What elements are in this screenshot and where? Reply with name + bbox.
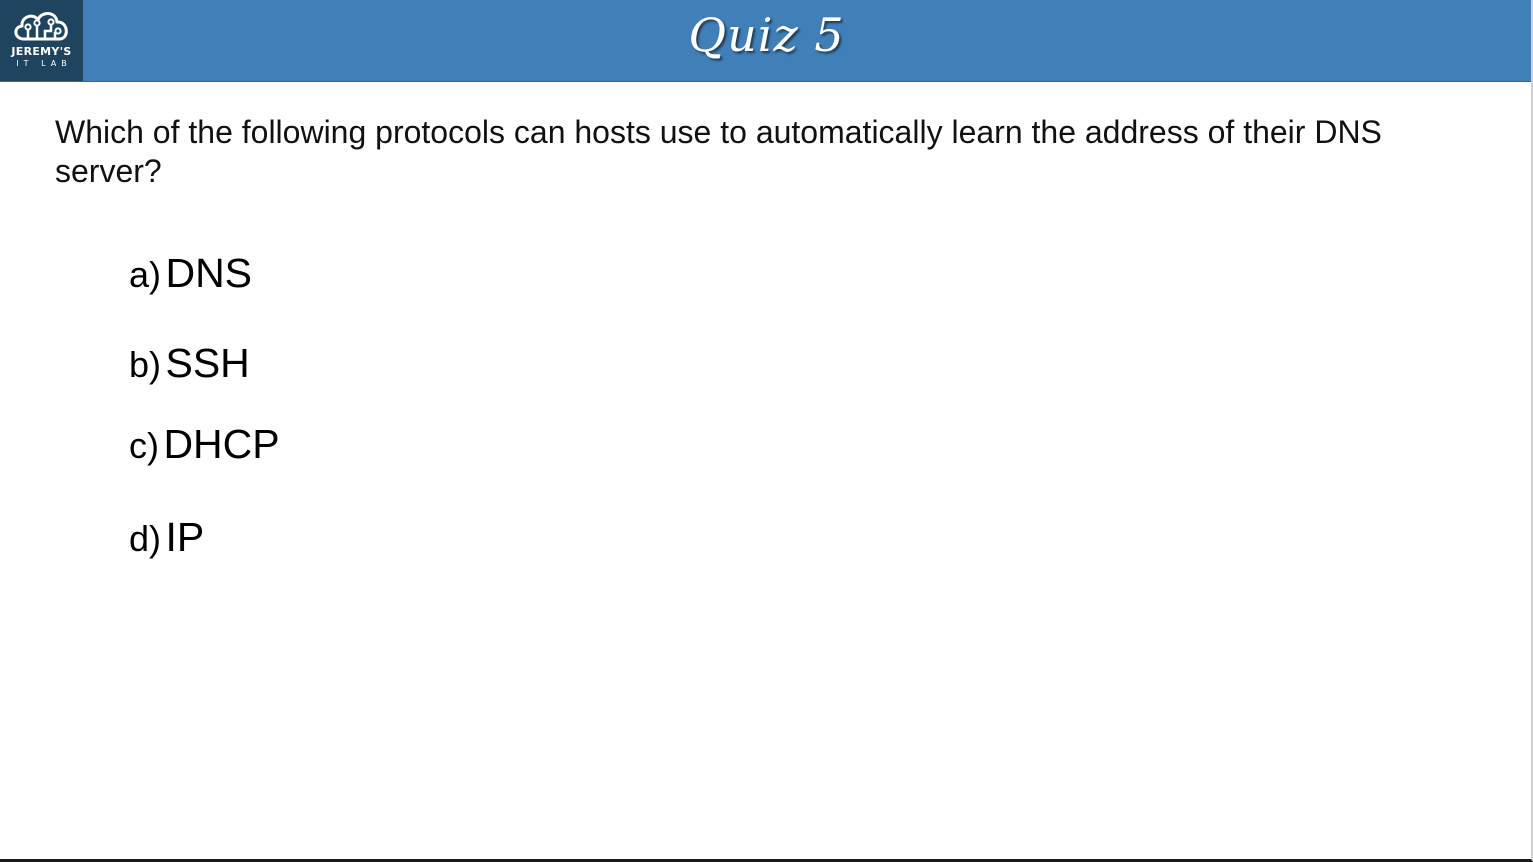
title-bar: JEREMY'S IT LAB Quiz 5 (0, 0, 1531, 82)
slide-title: Quiz 5 (688, 8, 845, 62)
option-d[interactable]: d) IP (129, 514, 204, 561)
question-text: Which of the following protocols can hos… (55, 114, 1382, 189)
option-letter: c) (129, 425, 159, 466)
option-a[interactable]: a) DNS (129, 250, 252, 297)
option-letter: d) (129, 518, 162, 559)
option-label: DNS (165, 250, 253, 296)
option-label: IP (165, 514, 205, 560)
quiz-slide: JEREMY'S IT LAB Quiz 5 Which of the foll… (0, 0, 1533, 862)
option-letter: b) (129, 344, 162, 385)
option-label: SSH (165, 340, 250, 386)
option-letter: a) (129, 254, 162, 295)
option-c[interactable]: c) DHCP (129, 421, 280, 468)
option-b[interactable]: b) SSH (129, 340, 250, 387)
option-label: DHCP (163, 421, 280, 467)
